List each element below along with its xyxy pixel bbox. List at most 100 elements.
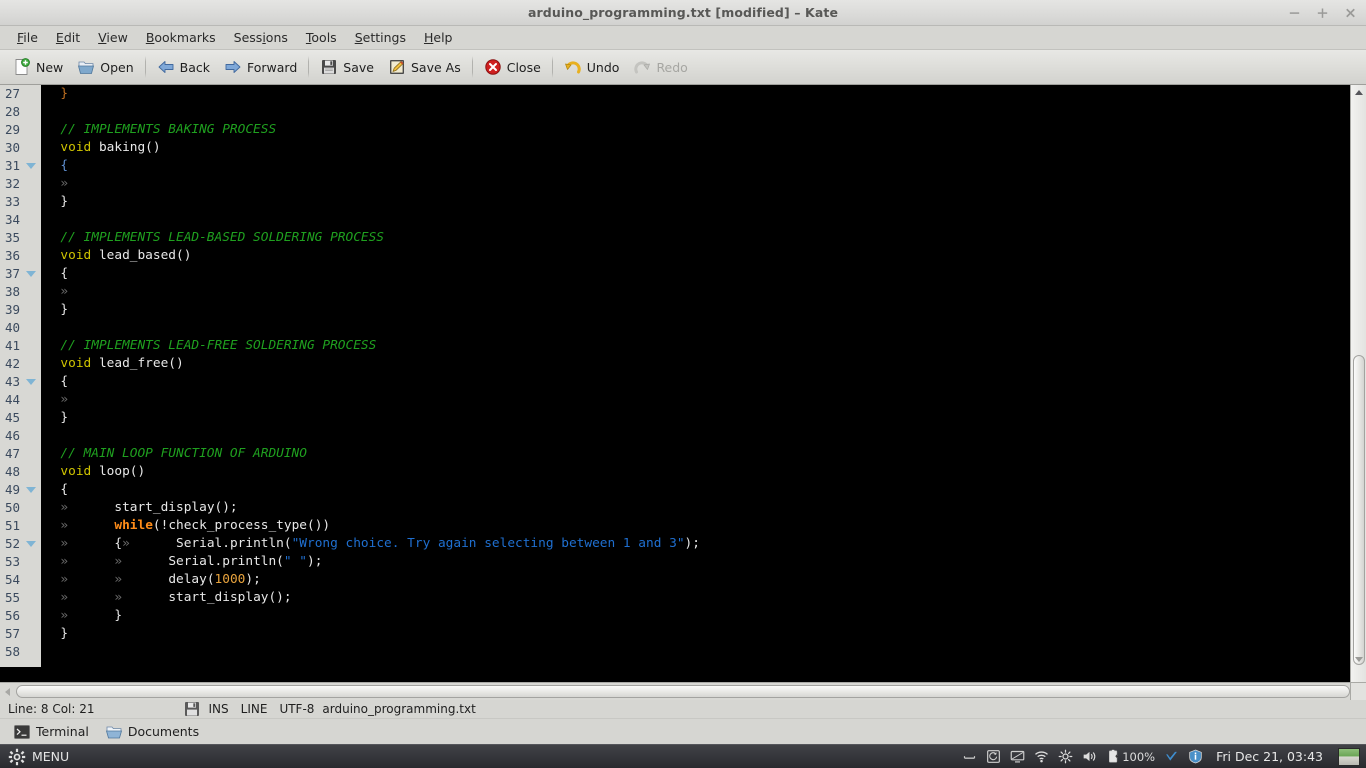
insert-mode[interactable]: INS <box>209 702 229 716</box>
menu-sessions[interactable]: Sessions <box>225 27 297 48</box>
code-line[interactable]: » <box>45 283 1350 301</box>
updates-icon[interactable] <box>1164 749 1179 764</box>
code-line[interactable]: // IMPLEMENTS BAKING PROCESS <box>45 121 1350 139</box>
fold-triangle-icon[interactable] <box>26 271 36 277</box>
menu-view[interactable]: View <box>89 27 137 48</box>
save-as-button[interactable]: Save As <box>381 55 468 79</box>
gutter-row[interactable]: 32 <box>0 175 41 193</box>
volume-icon[interactable] <box>1082 749 1097 764</box>
close-button[interactable]: Close <box>477 55 548 79</box>
menu-launcher-button[interactable]: MENU <box>0 745 81 768</box>
horizontal-scrollbar[interactable] <box>0 682 1366 700</box>
keyboard-icon[interactable] <box>962 749 977 764</box>
display-icon[interactable] <box>1010 749 1025 764</box>
minimize-icon[interactable] <box>1287 6 1302 21</box>
code-line[interactable]: » {» Serial.println("Wrong choice. Try a… <box>45 535 1350 553</box>
battery-status[interactable]: 100% <box>1106 749 1155 764</box>
code-line[interactable]: void loop() <box>45 463 1350 481</box>
forward-button[interactable]: Forward <box>217 55 304 79</box>
gutter-row[interactable]: 45 <box>0 409 41 427</box>
gutter-row[interactable]: 50 <box>0 499 41 517</box>
gutter-row[interactable]: 38 <box>0 283 41 301</box>
code-line[interactable]: // MAIN LOOP FUNCTION OF ARDUINO <box>45 445 1350 463</box>
taskbar-clock[interactable]: Fri Dec 21, 03:43 <box>1216 749 1323 764</box>
code-line[interactable]: { <box>45 481 1350 499</box>
fold-triangle-icon[interactable] <box>26 541 36 547</box>
scroll-up-icon[interactable] <box>1351 85 1366 100</box>
save-button[interactable]: Save <box>313 55 381 79</box>
gutter-row[interactable]: 46 <box>0 427 41 445</box>
gutter-row[interactable]: 57 <box>0 625 41 643</box>
encoding[interactable]: UTF-8 <box>279 702 314 716</box>
gutter-row[interactable]: 29 <box>0 121 41 139</box>
code-line[interactable]: { <box>45 265 1350 283</box>
menu-file[interactable]: File <box>8 27 47 48</box>
code-line[interactable]: » } <box>45 607 1350 625</box>
gutter-row[interactable]: 40 <box>0 319 41 337</box>
gutter-row[interactable]: 53 <box>0 553 41 571</box>
code-line[interactable] <box>45 643 1350 661</box>
screen-rotation-icon[interactable] <box>986 749 1001 764</box>
code-line[interactable] <box>45 211 1350 229</box>
code-line[interactable]: » » start_display(); <box>45 589 1350 607</box>
gutter-row[interactable]: 42 <box>0 355 41 373</box>
code-text-area[interactable]: } // IMPLEMENTS BAKING PROCESS void baki… <box>42 85 1350 667</box>
gutter-row[interactable]: 41 <box>0 337 41 355</box>
scroll-left-icon[interactable] <box>0 684 15 700</box>
code-line[interactable]: } <box>45 301 1350 319</box>
horizontal-scroll-thumb[interactable] <box>16 685 1350 698</box>
code-line[interactable] <box>45 319 1350 337</box>
gutter-row[interactable]: 58 <box>0 643 41 661</box>
code-line[interactable] <box>45 103 1350 121</box>
gutter-row[interactable]: 30 <box>0 139 41 157</box>
menu-edit[interactable]: Edit <box>47 27 89 48</box>
code-line[interactable]: » start_display(); <box>45 499 1350 517</box>
tab-terminal[interactable]: Terminal <box>6 720 96 744</box>
close-icon[interactable] <box>1343 6 1358 21</box>
line-number-gutter[interactable]: 27 28 29 30 31 32 33 34 35 36 37 38 39 40 41 42 43 44 45 46… <box>0 85 42 667</box>
code-line[interactable]: // IMPLEMENTS LEAD-FREE SOLDERING PROCES… <box>45 337 1350 355</box>
undo-button[interactable]: Undo <box>557 55 627 79</box>
gutter-row[interactable]: 47 <box>0 445 41 463</box>
gutter-row[interactable]: 37 <box>0 265 41 283</box>
gutter-row[interactable]: 34 <box>0 211 41 229</box>
info-icon[interactable] <box>1188 749 1203 764</box>
gutter-row[interactable]: 54 <box>0 571 41 589</box>
new-button[interactable]: New <box>6 55 70 79</box>
code-line[interactable]: { <box>45 157 1350 175</box>
back-button[interactable]: Back <box>150 55 217 79</box>
maximize-icon[interactable] <box>1315 6 1330 21</box>
gutter-row[interactable]: 31 <box>0 157 41 175</box>
vertical-scrollbar[interactable] <box>1350 85 1366 682</box>
open-button[interactable]: Open <box>70 55 140 79</box>
gutter-row[interactable]: 52 <box>0 535 41 553</box>
gutter-row[interactable]: 49 <box>0 481 41 499</box>
menu-help[interactable]: Help <box>415 27 462 48</box>
code-line[interactable]: » <box>45 391 1350 409</box>
gutter-row[interactable]: 48 <box>0 463 41 481</box>
code-line[interactable]: void lead_based() <box>45 247 1350 265</box>
gutter-row[interactable]: 36 <box>0 247 41 265</box>
code-line[interactable]: } <box>45 85 1350 103</box>
status-save-icon[interactable] <box>183 700 201 718</box>
code-line[interactable]: » while(!check_process_type()) <box>45 517 1350 535</box>
code-line[interactable]: } <box>45 409 1350 427</box>
vertical-scroll-thumb[interactable] <box>1353 355 1365 665</box>
menu-settings[interactable]: Settings <box>346 27 415 48</box>
code-line[interactable]: // IMPLEMENTS LEAD-BASED SOLDERING PROCE… <box>45 229 1350 247</box>
gutter-row[interactable]: 55 <box>0 589 41 607</box>
gutter-row[interactable]: 28 <box>0 103 41 121</box>
gutter-row[interactable]: 39 <box>0 301 41 319</box>
code-line[interactable]: { <box>45 373 1350 391</box>
code-line[interactable]: » <box>45 175 1350 193</box>
code-line[interactable] <box>45 427 1350 445</box>
wifi-icon[interactable] <box>1034 749 1049 764</box>
menu-bookmarks[interactable]: Bookmarks <box>137 27 225 48</box>
fold-triangle-icon[interactable] <box>26 379 36 385</box>
code-line[interactable]: } <box>45 625 1350 643</box>
gutter-row[interactable]: 51 <box>0 517 41 535</box>
editor-viewport[interactable]: 27 28 29 30 31 32 33 34 35 36 37 38 39 40 41 42 43 44 45 46… <box>0 85 1350 667</box>
code-line[interactable]: void lead_free() <box>45 355 1350 373</box>
brightness-icon[interactable] <box>1058 749 1073 764</box>
fold-triangle-icon[interactable] <box>26 487 36 493</box>
